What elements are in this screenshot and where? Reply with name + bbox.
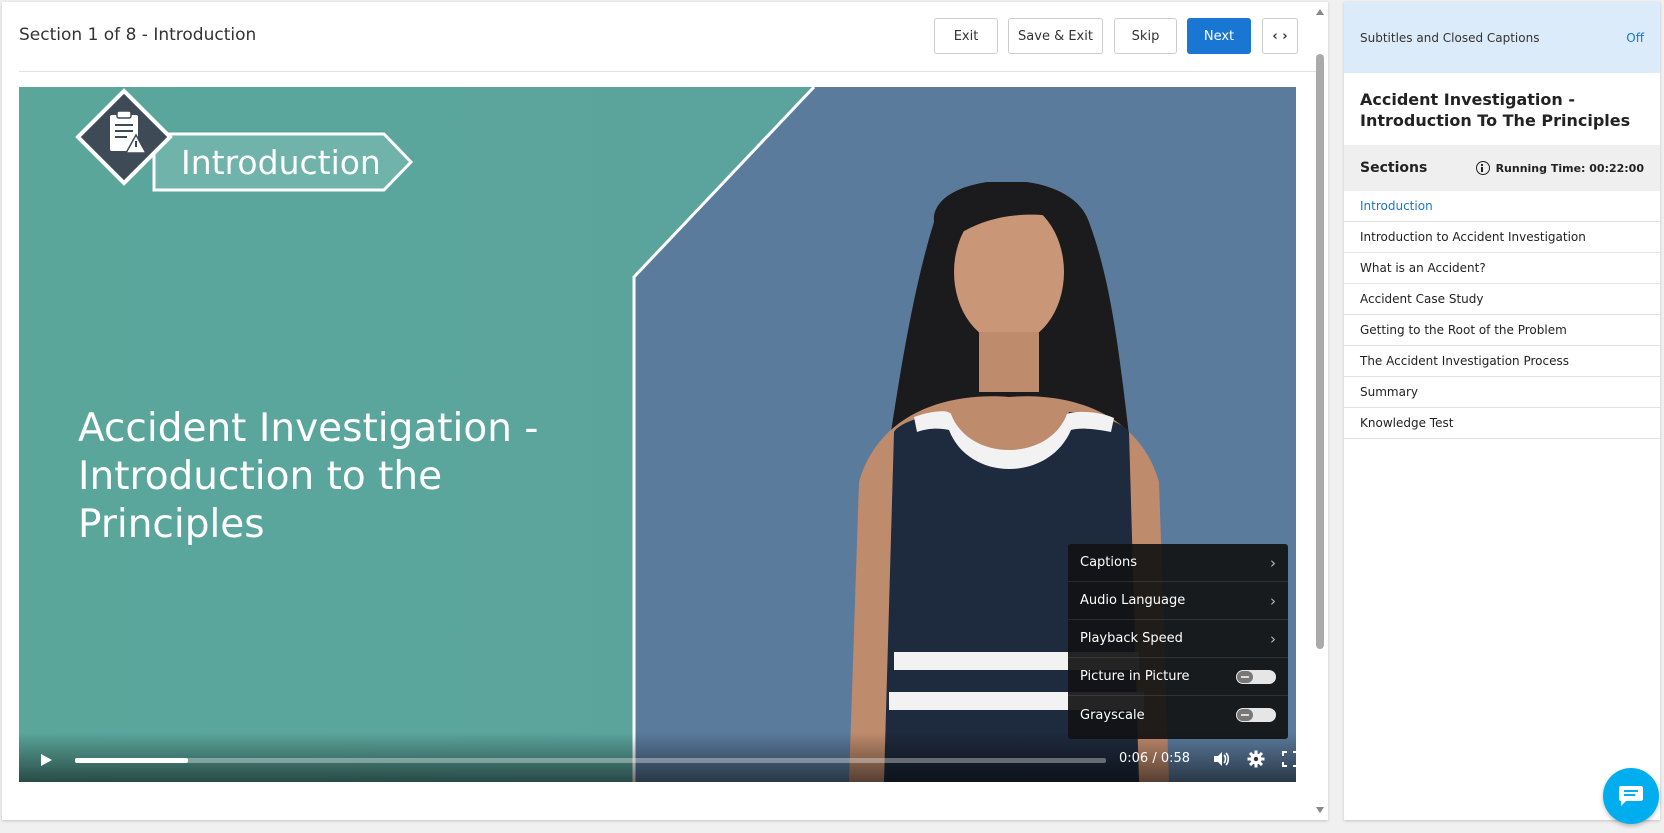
section-item-case-study[interactable]: Accident Case Study bbox=[1344, 284, 1660, 315]
exit-button[interactable]: Exit bbox=[934, 18, 998, 54]
sections-label: Sections bbox=[1360, 160, 1428, 176]
player-controls: 0:06 / 0:58 bbox=[19, 732, 1296, 782]
chevron-right-icon: › bbox=[1270, 591, 1276, 610]
sections-header: Sections Running Time: 00:22:00 bbox=[1344, 145, 1660, 191]
time-display: 0:06 / 0:58 bbox=[1119, 751, 1191, 766]
fullscreen-icon[interactable] bbox=[1281, 750, 1296, 768]
chevron-right-icon: › bbox=[1270, 629, 1276, 648]
pip-toggle[interactable] bbox=[1236, 670, 1276, 684]
section-item-knowledge-test[interactable]: Knowledge Test bbox=[1344, 408, 1660, 439]
main-panel: Section 1 of 8 - Introduction Exit Save … bbox=[2, 2, 1328, 820]
subtitles-state[interactable]: Off bbox=[1626, 31, 1644, 45]
course-side-panel: Subtitles and Closed Captions Off Accide… bbox=[1344, 2, 1660, 820]
next-button[interactable]: Next bbox=[1187, 18, 1251, 54]
info-icon bbox=[1475, 161, 1490, 175]
section-item-root-of-problem[interactable]: Getting to the Root of the Problem bbox=[1344, 315, 1660, 346]
settings-playback-speed[interactable]: Playback Speed › bbox=[1068, 620, 1288, 658]
scroll-thumb[interactable] bbox=[1316, 54, 1324, 649]
lesson-header: Section 1 of 8 - Introduction Exit Save … bbox=[19, 2, 1322, 72]
video-player[interactable]: Introduction Accident Investigation - In… bbox=[19, 87, 1296, 782]
main-scrollbar[interactable] bbox=[1312, 2, 1328, 820]
slide-title-line1: Accident Investigation - bbox=[78, 406, 539, 451]
section-item-investigation-process[interactable]: The Accident Investigation Process bbox=[1344, 346, 1660, 377]
section-item-intro-accident-investigation[interactable]: Introduction to Accident Investigation bbox=[1344, 222, 1660, 253]
play-icon[interactable] bbox=[41, 754, 52, 766]
slide-title: Accident Investigation - Introduction to… bbox=[78, 405, 638, 549]
progress-bar[interactable] bbox=[75, 758, 1106, 763]
chevron-right-icon: › bbox=[1270, 553, 1276, 572]
chat-button[interactable] bbox=[1603, 768, 1659, 824]
chat-icon bbox=[1619, 786, 1643, 806]
running-time: Running Time: 00:22:00 bbox=[1475, 161, 1644, 175]
settings-captions[interactable]: Captions › bbox=[1068, 544, 1288, 582]
settings-grayscale: Grayscale bbox=[1068, 696, 1288, 734]
subtitles-bar[interactable]: Subtitles and Closed Captions Off bbox=[1344, 2, 1660, 73]
course-title: Accident Investigation - Introduction To… bbox=[1360, 90, 1631, 130]
settings-picture-in-picture: Picture in Picture bbox=[1068, 658, 1288, 696]
section-item-introduction[interactable]: Introduction bbox=[1344, 191, 1660, 222]
intro-badge-label: Introduction bbox=[181, 143, 381, 182]
player-settings-menu: Captions › Audio Language › Playback Spe… bbox=[1068, 544, 1288, 739]
toggle-panel-button[interactable]: ‹ › bbox=[1262, 18, 1298, 54]
save-exit-button[interactable]: Save & Exit bbox=[1008, 18, 1103, 54]
section-list: Introduction Introduction to Accident In… bbox=[1344, 191, 1660, 439]
skip-button[interactable]: Skip bbox=[1114, 18, 1177, 54]
section-item-what-is-accident[interactable]: What is an Accident? bbox=[1344, 253, 1660, 284]
settings-audio-language[interactable]: Audio Language › bbox=[1068, 582, 1288, 620]
code-chevrons-icon: ‹ › bbox=[1272, 28, 1288, 44]
section-item-summary[interactable]: Summary bbox=[1344, 377, 1660, 408]
subtitles-label: Subtitles and Closed Captions bbox=[1360, 30, 1540, 45]
gear-icon[interactable] bbox=[1247, 750, 1265, 768]
volume-icon[interactable] bbox=[1212, 750, 1230, 768]
scroll-up-arrow-icon[interactable] bbox=[1316, 9, 1324, 15]
slide-title-line2: Introduction to the Principles bbox=[78, 454, 443, 547]
progress-fill bbox=[75, 758, 189, 763]
grayscale-toggle[interactable] bbox=[1236, 708, 1276, 722]
section-title: Section 1 of 8 - Introduction bbox=[19, 25, 257, 45]
scroll-down-arrow-icon[interactable] bbox=[1316, 807, 1324, 813]
